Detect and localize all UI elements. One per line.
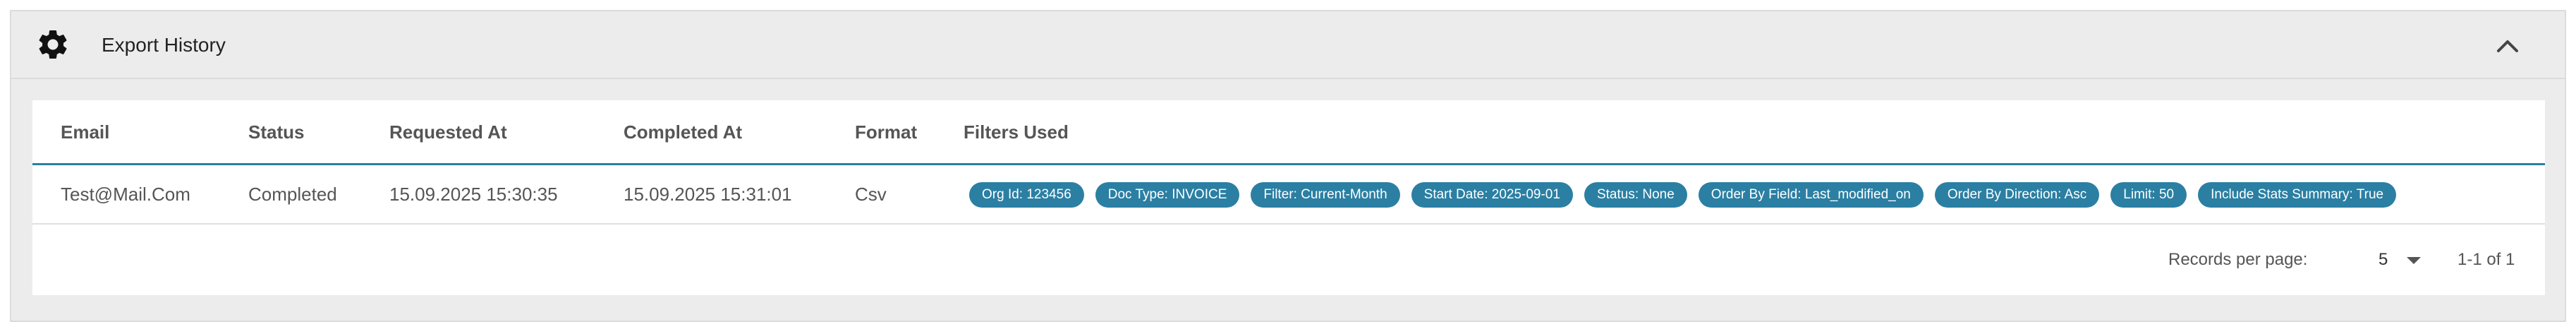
filter-chip-start-date: Start Date: 2025-09-01 (1411, 182, 1573, 208)
column-header-completed-at[interactable]: Completed At (624, 121, 742, 143)
pagination-range: 1-1 of 1 (2457, 250, 2515, 269)
filter-chip-limit: Limit: 50 (2110, 182, 2187, 208)
cell-status: Completed (248, 184, 337, 205)
filter-chip-include-stats-summary: Include Stats Summary: True (2198, 182, 2397, 208)
chevron-up-icon[interactable] (2496, 38, 2520, 54)
filters-used-chips: Org Id: 123456 Doc Type: INVOICE Filter:… (969, 182, 2397, 208)
filter-chip-doc-type: Doc Type: INVOICE (1095, 182, 1240, 208)
filter-chip-status: Status: None (1584, 182, 1687, 208)
cell-format: Csv (855, 184, 887, 205)
cell-completed-at: 15.09.2025 15:31:01 (624, 184, 792, 205)
records-per-page-label: Records per page: (2168, 250, 2308, 269)
table-header: Email Status Requested At Completed At F… (32, 100, 2545, 165)
cell-requested-at: 15.09.2025 15:30:35 (389, 184, 558, 205)
caret-down-icon (2407, 257, 2421, 264)
column-header-status[interactable]: Status (248, 121, 304, 143)
column-header-requested-at[interactable]: Requested At (389, 121, 507, 143)
table-row[interactable]: Test@Mail.Com Completed 15.09.2025 15:30… (32, 165, 2545, 225)
records-per-page-value: 5 (2378, 250, 2388, 269)
cell-email: Test@Mail.Com (61, 184, 190, 205)
gear-icon (39, 30, 67, 59)
column-header-email[interactable]: Email (61, 121, 109, 143)
filter-chip-order-by-field: Order By Field: Last_modified_on (1698, 182, 1924, 208)
export-history-panel: Export History Email Status Requested At… (10, 10, 2566, 322)
panel-header[interactable]: Export History (11, 11, 2565, 79)
records-per-page-select[interactable]: 5 (2374, 246, 2431, 274)
column-header-filters-used[interactable]: Filters Used (964, 121, 1069, 143)
panel-title: Export History (102, 34, 226, 56)
filter-chip-org-id: Org Id: 123456 (969, 182, 1084, 208)
filter-chip-filter: Filter: Current-Month (1251, 182, 1400, 208)
export-history-table: Email Status Requested At Completed At F… (32, 100, 2545, 295)
column-header-format[interactable]: Format (855, 121, 917, 143)
filter-chip-order-by-direction: Order By Direction: Asc (1934, 182, 2100, 208)
pagination: Records per page: 5 1-1 of 1 (32, 225, 2545, 295)
